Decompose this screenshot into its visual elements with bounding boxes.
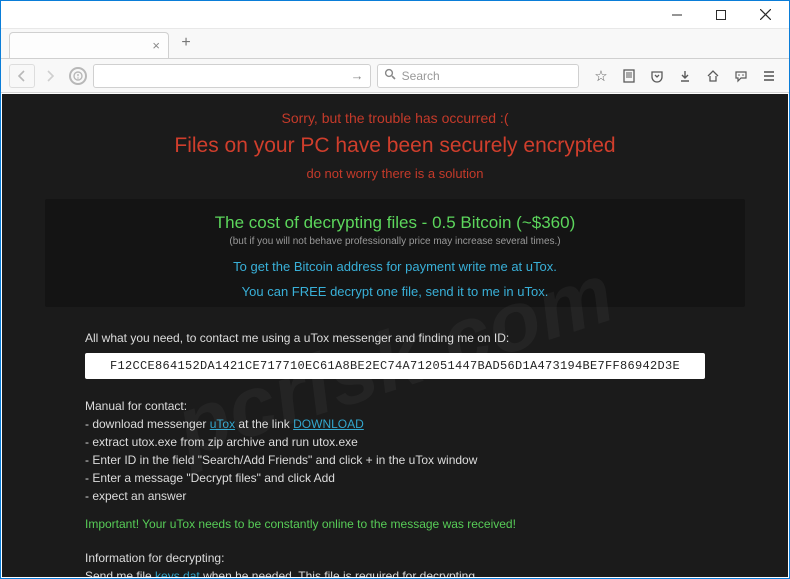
browser-toolbar: → Search ☆ bbox=[1, 59, 789, 93]
pocket-icon[interactable] bbox=[649, 68, 665, 84]
reader-view-icon[interactable] bbox=[621, 68, 637, 84]
cost-line: The cost of decrypting files - 0.5 Bitco… bbox=[45, 213, 745, 233]
manual-step-1: - download messenger uTox at the link DO… bbox=[85, 415, 705, 433]
utox-id-box[interactable]: F12CCE864152DA1421CE717710EC61A8BE2EC74A… bbox=[85, 353, 705, 379]
payment-instruction-2: You can FREE decrypt one file, send it t… bbox=[45, 284, 745, 299]
manual-header: Manual for contact: bbox=[85, 399, 705, 413]
cost-box: The cost of decrypting files - 0.5 Bitco… bbox=[45, 199, 745, 307]
home-icon[interactable] bbox=[705, 68, 721, 84]
downloads-icon[interactable] bbox=[677, 68, 693, 84]
browser-window: × + → Search ☆ bbox=[0, 0, 790, 579]
manual-list: - download messenger uTox at the link DO… bbox=[85, 415, 705, 505]
contact-intro: All what you need, to contact me using a… bbox=[85, 331, 705, 345]
headline-3: do not worry there is a solution bbox=[15, 166, 775, 181]
identity-icon[interactable] bbox=[69, 67, 87, 85]
bookmark-star-icon[interactable]: ☆ bbox=[593, 68, 609, 84]
tab-strip: × + bbox=[1, 29, 789, 59]
keys-dat-link[interactable]: keys.dat bbox=[155, 569, 200, 577]
tab-close-icon[interactable]: × bbox=[152, 38, 160, 53]
headline-2: Files on your PC have been securely encr… bbox=[15, 134, 775, 158]
browser-tab[interactable]: × bbox=[9, 32, 169, 58]
url-bar[interactable]: → bbox=[93, 64, 371, 88]
info-body: Send me file keys.dat when he needed. Th… bbox=[85, 567, 705, 577]
manual-step-2: - extract utox.exe from zip archive and … bbox=[85, 433, 705, 451]
important-note: Important! Your uTox needs to be constan… bbox=[85, 517, 705, 531]
manual-step-5: - expect an answer bbox=[85, 487, 705, 505]
nav-forward-button[interactable] bbox=[37, 64, 63, 88]
details-section: All what you need, to contact me using a… bbox=[15, 331, 775, 577]
info-header: Information for decrypting: bbox=[85, 549, 705, 567]
decrypt-info: Information for decrypting: Send me file… bbox=[85, 549, 705, 577]
window-titlebar bbox=[1, 1, 789, 29]
new-tab-button[interactable]: + bbox=[173, 32, 199, 54]
nav-back-button[interactable] bbox=[9, 64, 35, 88]
menu-icon[interactable] bbox=[761, 68, 777, 84]
toolbar-icons: ☆ bbox=[585, 68, 781, 84]
utox-link[interactable]: uTox bbox=[210, 417, 235, 431]
search-icon bbox=[384, 68, 396, 83]
download-link[interactable]: DOWNLOAD bbox=[293, 417, 364, 431]
manual-step-3: - Enter ID in the field "Search/Add Frie… bbox=[85, 451, 705, 469]
page-viewport: pcrisk.com Sorry, but the trouble has oc… bbox=[2, 94, 788, 577]
price-warning: (but if you will not behave professional… bbox=[45, 236, 745, 247]
payment-instruction-1: To get the Bitcoin address for payment w… bbox=[45, 259, 745, 274]
manual-step-4: - Enter a message "Decrypt files" and cl… bbox=[85, 469, 705, 487]
search-placeholder: Search bbox=[402, 69, 440, 83]
search-bar[interactable]: Search bbox=[377, 64, 579, 88]
window-close-button[interactable] bbox=[743, 2, 787, 28]
ransom-page: Sorry, but the trouble has occurred :( F… bbox=[15, 94, 775, 577]
headline-1: Sorry, but the trouble has occurred :( bbox=[15, 110, 775, 126]
window-minimize-button[interactable] bbox=[655, 2, 699, 28]
go-arrow-icon[interactable]: → bbox=[351, 68, 364, 83]
nav-arrows bbox=[9, 64, 63, 88]
window-maximize-button[interactable] bbox=[699, 2, 743, 28]
hello-icon[interactable] bbox=[733, 68, 749, 84]
